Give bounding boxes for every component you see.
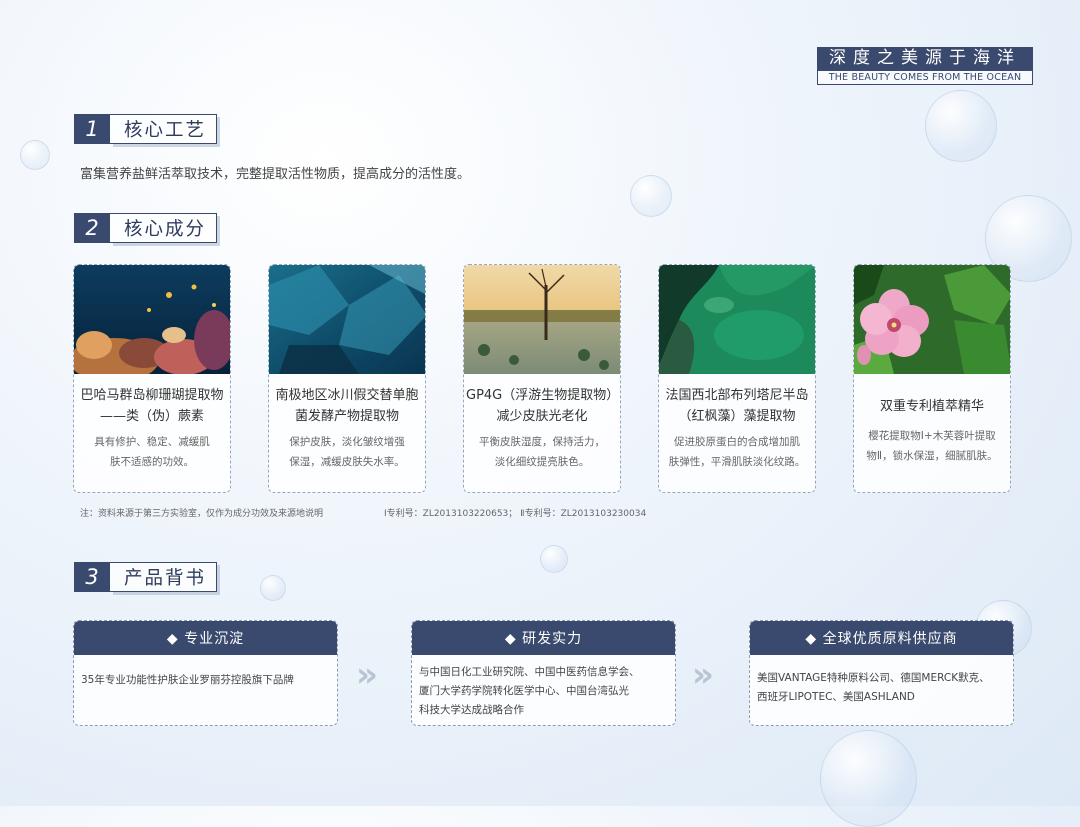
- endorsement-line: 厦门大学药学院转化医学中心、中国台湾弘光: [419, 685, 629, 697]
- ingredient-desc-line: 肤不适感的功效。: [110, 456, 194, 468]
- endorsement-body: 与中国日化工业研究院、中国中医药信息学会、 厦门大学药学院转化医学中心、中国台湾…: [412, 655, 675, 720]
- ingredient-name-line: 南极地区冰川假交替单胞: [275, 388, 419, 403]
- endorsement-title: ◆ 专业沉淀: [74, 621, 337, 655]
- section-number: 1: [74, 114, 110, 144]
- endorsement-title: ◆ 研发实力: [412, 621, 675, 655]
- endorsement-line: 35年专业功能性护肤企业罗丽芬控股旗下品牌: [81, 674, 294, 686]
- endorsement-body: 35年专业功能性护肤企业罗丽芬控股旗下品牌: [74, 655, 337, 690]
- endorsement-body: 美国VANTAGE特种原料公司、德国MERCK默克、 西班牙LIPOTEC、美国…: [750, 655, 1013, 707]
- brand-title-cn: 深度之美源于海洋: [817, 47, 1033, 70]
- water-bubble: [630, 175, 672, 217]
- ingredient-name: 南极地区冰川假交替单胞 菌发酵产物提取物: [269, 385, 425, 427]
- endorsement-line: 西班牙LIPOTEC、美国ASHLAND: [757, 691, 915, 703]
- endorsement-box-research: ◆ 研发实力 与中国日化工业研究院、中国中医药信息学会、 厦门大学药学院转化医学…: [411, 620, 676, 726]
- endorsement-title: ◆ 全球优质原料供应商: [750, 621, 1013, 655]
- section-title: 核心工艺: [110, 114, 218, 144]
- ingredient-name-line: GP4G（浮游生物提取物）: [466, 388, 620, 403]
- ingredient-name: 双重专利植萃精华: [854, 396, 1010, 417]
- section-title: 产品背书: [110, 562, 218, 592]
- ingredient-card-plankton: GP4G（浮游生物提取物） 减少皮肤光老化 平衡皮肤湿度，保持活力， 淡化细纹提…: [463, 264, 621, 493]
- craft-description: 富集营养盐鲜活萃取技术，完整提取活性物质，提高成分的活性度。: [80, 167, 471, 182]
- ingredient-desc-line: 淡化细纹提亮肤色。: [494, 456, 590, 468]
- ingredient-name: GP4G（浮游生物提取物） 减少皮肤光老化: [464, 385, 620, 427]
- algae-coast-image: [659, 265, 815, 374]
- ingredient-name: 法国西北部布列塔尼半岛 （红枫藻）藻提取物: [659, 385, 815, 427]
- patent-note: Ⅰ专利号：ZL2013103220653； Ⅱ专利号：ZL20131032300…: [384, 509, 647, 519]
- arrow-right-icon: »: [692, 655, 714, 695]
- ingredient-description: 平衡皮肤湿度，保持活力， 淡化细纹提亮肤色。: [464, 432, 620, 472]
- ingredient-name-line: 巴哈马群岛柳珊瑚提取物: [80, 388, 224, 403]
- ingredient-description: 具有修护、稳定、减缓肌 肤不适感的功效。: [74, 432, 230, 472]
- section-heading-craft: 1 核心工艺: [74, 114, 218, 144]
- endorsement-line: 与中国日化工业研究院、中国中医药信息学会、: [419, 666, 640, 678]
- ingredient-name: 巴哈马群岛柳珊瑚提取物 ——类（伪）蕨素: [74, 385, 230, 427]
- water-bubble: [925, 90, 997, 162]
- ingredient-desc-line: 保湿，减缓皮肤失水率。: [289, 456, 405, 468]
- source-note: 注：资料来源于第三方实验室，仅作为成分功效及来源地说明: [80, 509, 324, 519]
- ingredient-name-line: 菌发酵产物提取物: [294, 409, 399, 424]
- ingredient-desc-line: 平衡皮肤湿度，保持活力，: [479, 436, 605, 448]
- water-bubble: [20, 140, 50, 170]
- water-bubble: [260, 575, 286, 601]
- brand-title-en: THE BEAUTY COMES FROM THE OCEAN: [817, 70, 1033, 85]
- ingredient-name-line: 法国西北部布列塔尼半岛: [665, 388, 809, 403]
- ingredient-desc-line: 具有修护、稳定、减缓肌: [94, 436, 210, 448]
- ingredient-name-line: （红枫藻）藻提取物: [678, 409, 796, 424]
- ingredient-card-glacier: 南极地区冰川假交替单胞 菌发酵产物提取物 保护皮肤，淡化皱纹增强 保湿，减缓皮肤…: [268, 264, 426, 493]
- hibiscus-flower-image: [854, 265, 1010, 374]
- ingredient-description: 促进胶原蛋白的合成增加肌 肤弹性，平滑肌肤淡化纹路。: [659, 432, 815, 472]
- ingredient-desc-line: 肤弹性，平滑肌肤淡化纹路。: [668, 456, 806, 468]
- water-bubble: [540, 545, 568, 573]
- endorsement-box-suppliers: ◆ 全球优质原料供应商 美国VANTAGE特种原料公司、德国MERCK默克、 西…: [749, 620, 1014, 726]
- ingredient-desc-line: 促进胶原蛋白的合成增加肌: [674, 436, 800, 448]
- ingredient-name-line: 双重专利植萃精华: [879, 399, 984, 414]
- section-number: 2: [74, 213, 110, 243]
- ingredient-name-line: 减少皮肤光老化: [496, 409, 588, 424]
- section-number: 3: [74, 562, 110, 592]
- ingredient-desc-line: 樱花提取物Ⅰ+木芙蓉叶提取: [868, 430, 996, 442]
- ingredient-desc-line: 保护皮肤，淡化皱纹增强: [289, 436, 405, 448]
- ingredient-description: 樱花提取物Ⅰ+木芙蓉叶提取 物Ⅱ，锁水保湿，细腻肌肤。: [854, 426, 1010, 466]
- glacier-ice-image: [269, 265, 425, 374]
- ingredient-description: 保护皮肤，淡化皱纹增强 保湿，减缓皮肤失水率。: [269, 432, 425, 472]
- water-bubble: [820, 730, 917, 827]
- ingredient-card-algae: 法国西北部布列塔尼半岛 （红枫藻）藻提取物 促进胶原蛋白的合成增加肌 肤弹性，平…: [658, 264, 816, 493]
- swamp-tree-image: [464, 265, 620, 374]
- endorsement-box-expertise: ◆ 专业沉淀 35年专业功能性护肤企业罗丽芬控股旗下品牌: [73, 620, 338, 726]
- section-title: 核心成分: [110, 213, 218, 243]
- ingredient-card-botanical: 双重专利植萃精华 樱花提取物Ⅰ+木芙蓉叶提取 物Ⅱ，锁水保湿，细腻肌肤。: [853, 264, 1011, 493]
- ingredient-desc-line: 物Ⅱ，锁水保湿，细腻肌肤。: [866, 450, 998, 462]
- ingredient-name-line: ——类（伪）蕨素: [99, 409, 204, 424]
- brand-box: 深度之美源于海洋 THE BEAUTY COMES FROM THE OCEAN: [817, 47, 1033, 85]
- coral-reef-image: [74, 265, 230, 374]
- section-heading-ingredients: 2 核心成分: [74, 213, 218, 243]
- section-heading-endorsement: 3 产品背书: [74, 562, 218, 592]
- arrow-right-icon: »: [356, 655, 378, 695]
- endorsement-line: 美国VANTAGE特种原料公司、德国MERCK默克、: [757, 672, 990, 684]
- endorsement-line: 科技大学达成战略合作: [419, 704, 524, 716]
- ingredient-card-coral: 巴哈马群岛柳珊瑚提取物 ——类（伪）蕨素 具有修护、稳定、减缓肌 肤不适感的功效…: [73, 264, 231, 493]
